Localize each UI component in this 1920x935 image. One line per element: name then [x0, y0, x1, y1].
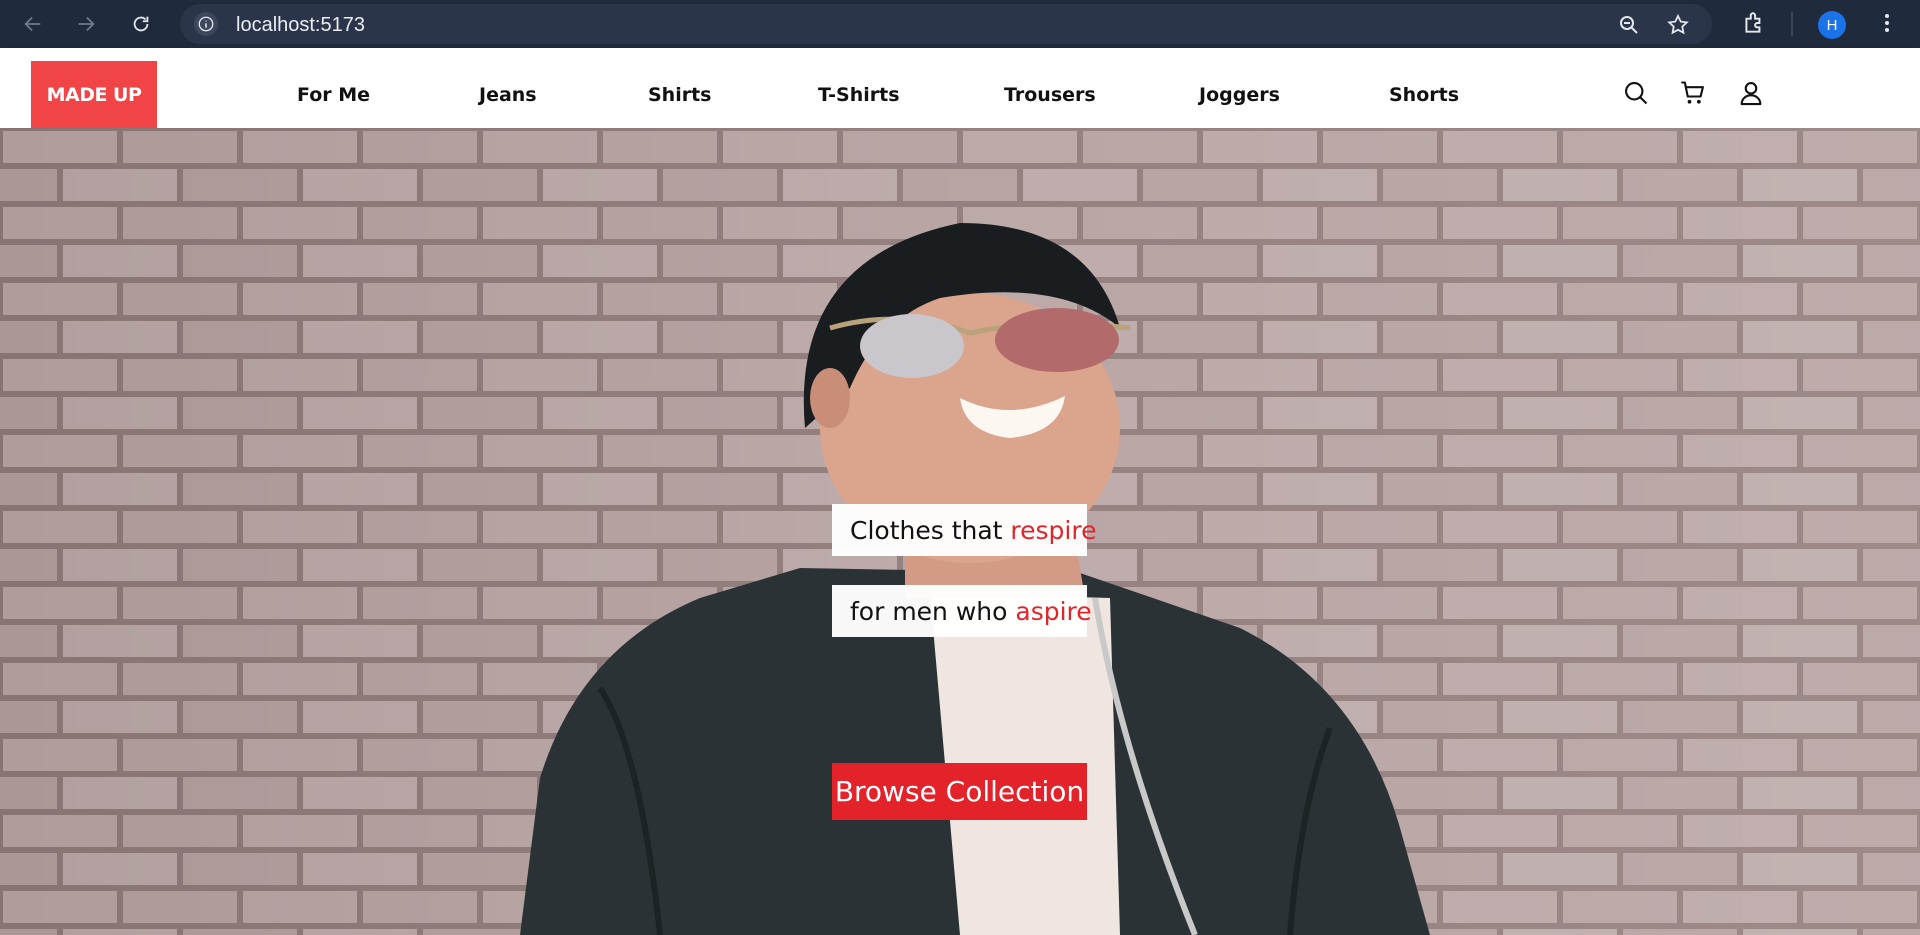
tagline-accent-respire: respire — [1010, 515, 1097, 545]
nav-link-joggers[interactable]: Joggers — [1199, 84, 1280, 106]
menu-kebab-icon[interactable] — [1872, 8, 1902, 38]
site-header: MADE UP For Me Jeans Shirts T-Shirts Tro… — [0, 48, 1920, 128]
tagline-line-2: for men who aspire — [832, 585, 1092, 637]
brand-logo[interactable]: MADE UP — [31, 61, 157, 128]
user-icon[interactable] — [1736, 78, 1766, 108]
bookmark-star-icon[interactable] — [1665, 12, 1691, 38]
tagline-line-1: Clothes that respire — [832, 504, 1096, 556]
nav-link-shorts[interactable]: Shorts — [1389, 84, 1459, 106]
site-info-icon[interactable] — [194, 12, 218, 36]
browser-toolbar: localhost:5173 H — [0, 0, 1920, 48]
profile-avatar[interactable]: H — [1818, 11, 1846, 39]
search-icon[interactable] — [1621, 78, 1651, 108]
cart-icon[interactable] — [1678, 78, 1708, 108]
extensions-icon[interactable] — [1739, 8, 1769, 38]
back-icon[interactable] — [18, 9, 48, 39]
nav-link-shirts[interactable]: Shirts — [648, 84, 712, 106]
toolbar-divider — [1791, 12, 1793, 36]
tagline-line-2-text: for men who — [850, 596, 1016, 626]
tagline-accent-aspire: aspire — [1015, 596, 1092, 626]
zoom-icon[interactable] — [1616, 12, 1642, 38]
nav-link-t-shirts[interactable]: T-Shirts — [818, 84, 900, 106]
forward-icon[interactable] — [71, 9, 101, 39]
nav-link-for-me[interactable]: For Me — [297, 84, 370, 106]
tagline-line-1-text: Clothes that — [850, 515, 1011, 545]
address-bar[interactable]: localhost:5173 — [180, 4, 1712, 44]
nav-link-trousers[interactable]: Trousers — [1004, 84, 1096, 106]
nav-link-jeans[interactable]: Jeans — [479, 84, 537, 106]
reload-icon[interactable] — [126, 9, 156, 39]
url-text: localhost:5173 — [236, 14, 365, 36]
browse-collection-button[interactable]: Browse Collection — [832, 763, 1087, 820]
hero-banner: Clothes that respire for men who aspire … — [0, 128, 1920, 935]
